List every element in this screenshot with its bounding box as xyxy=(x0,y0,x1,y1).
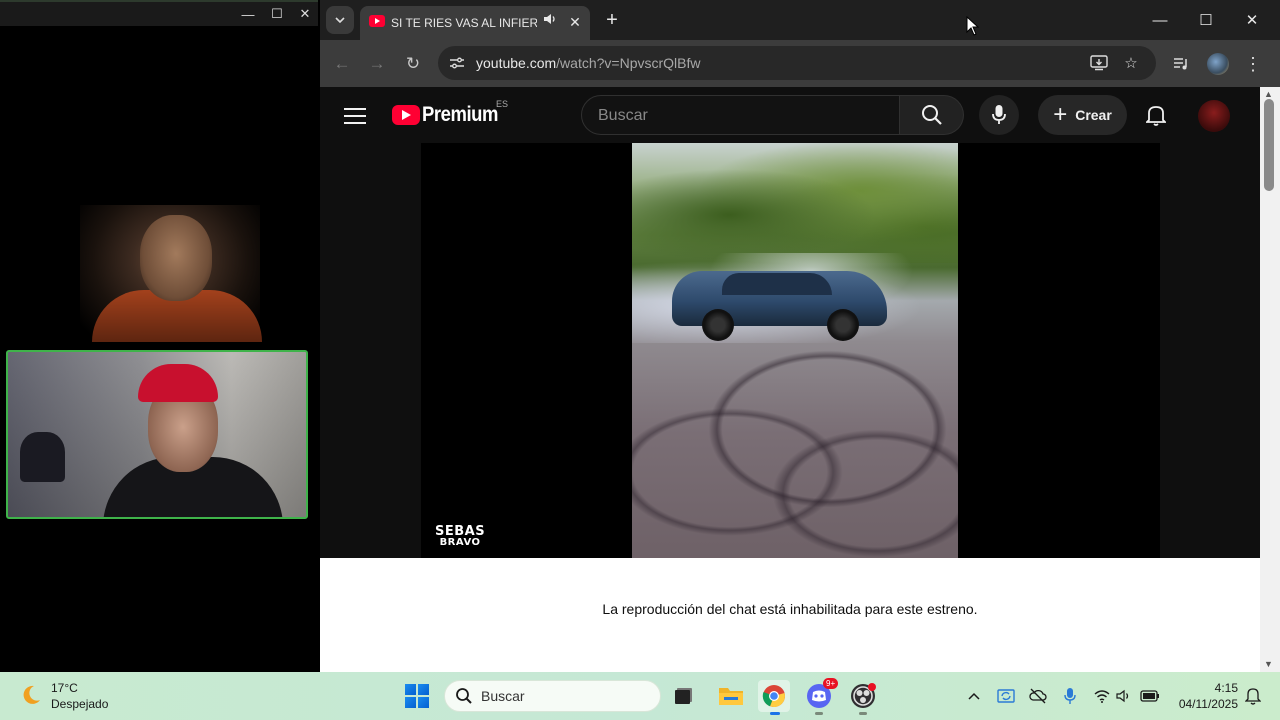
video-frame xyxy=(632,143,958,558)
microphone-in-use-icon[interactable] xyxy=(1060,686,1080,706)
call-maximize-button[interactable]: ☐ xyxy=(265,2,289,26)
taskbar-search-box[interactable]: Buscar xyxy=(444,680,661,712)
chrome-active-indicator xyxy=(770,712,780,715)
sync-icon[interactable] xyxy=(996,686,1016,706)
media-controls-icon[interactable] xyxy=(1169,52,1193,76)
youtube-search-box xyxy=(581,95,900,135)
youtube-account-avatar[interactable] xyxy=(1198,100,1230,132)
speaker-icon[interactable] xyxy=(543,12,557,29)
video-scene-trees xyxy=(632,143,958,263)
watermark-line-2: BRAVO xyxy=(439,537,481,548)
create-button[interactable]: + Crear xyxy=(1038,95,1127,135)
chat-replay-panel: La reproducción del chat está inhabilita… xyxy=(320,558,1260,672)
video-scene-tire-tracks xyxy=(632,343,958,558)
scrollbar-thumb[interactable] xyxy=(1264,99,1274,191)
moon-weather-icon[interactable] xyxy=(20,684,42,706)
notification-bell-icon[interactable] xyxy=(1243,686,1263,706)
site-info-icon[interactable] xyxy=(448,54,466,72)
wifi-icon[interactable] xyxy=(1092,686,1112,706)
participant-figure-head xyxy=(140,215,212,301)
browser-window: SI TE RIES VAS AL INFIERNO ✕ + — ☐ ✕ ← →… xyxy=(320,0,1280,672)
cloud-offline-icon[interactable] xyxy=(1028,686,1048,706)
tab-close-button[interactable]: ✕ xyxy=(567,12,583,32)
scroll-down-arrow-icon[interactable]: ▼ xyxy=(1264,659,1273,669)
clock-time[interactable]: 4:15 xyxy=(1190,681,1238,695)
video-player[interactable]: SEBAS BRAVO xyxy=(421,143,1160,558)
chevron-down-icon xyxy=(335,17,345,23)
chrome-icon[interactable] xyxy=(758,680,790,712)
back-arrow-icon[interactable]: ← xyxy=(330,52,354,76)
browser-menu-icon[interactable]: ⋮ xyxy=(1241,52,1265,76)
call-minimize-button[interactable]: — xyxy=(236,2,260,26)
youtube-search-input[interactable] xyxy=(598,105,878,127)
show-hidden-icons-chevron-up-icon[interactable] xyxy=(964,686,984,706)
task-view-icon[interactable] xyxy=(668,680,700,712)
tab-strip: SI TE RIES VAS AL INFIERNO ✕ + — ☐ ✕ xyxy=(320,0,1280,40)
chat-disabled-message: La reproducción del chat está inhabilita… xyxy=(602,601,978,617)
browser-close-button[interactable]: ✕ xyxy=(1237,8,1267,32)
youtube-logo-icon[interactable] xyxy=(392,105,420,125)
forward-arrow-icon[interactable]: → xyxy=(365,52,389,76)
video-scene-wheel xyxy=(827,309,859,341)
discord-notification-badge: 9+ xyxy=(823,678,839,689)
discord-icon[interactable]: 9+ xyxy=(803,678,839,712)
url-path: /watch?v=NpvscrQlBfw xyxy=(556,55,701,71)
mouse-cursor-icon xyxy=(966,15,980,36)
youtube-favicon-icon xyxy=(369,15,385,27)
create-label: Crear xyxy=(1075,107,1112,123)
microphone-icon xyxy=(992,105,1006,124)
url-host: youtube.com xyxy=(476,55,557,71)
file-explorer-icon[interactable] xyxy=(715,680,747,712)
browser-maximize-button[interactable]: ☐ xyxy=(1191,8,1221,32)
video-scene-car-roof xyxy=(722,273,832,295)
volume-icon[interactable] xyxy=(1114,686,1134,706)
notifications-bell-icon[interactable] xyxy=(1142,101,1170,129)
participant-video-self[interactable] xyxy=(6,350,308,519)
clock-date[interactable]: 04/11/2025 xyxy=(1170,697,1238,711)
youtube-premium-wordmark[interactable]: Premium xyxy=(422,103,498,127)
youtube-page: Premium ES + Crear SEBASBRAVO xyxy=(320,87,1260,672)
search-icon xyxy=(921,105,942,125)
address-bar[interactable]: youtube.com/watch?v=NpvscrQlBfw ☆ xyxy=(438,46,1156,80)
plus-icon: + xyxy=(1053,101,1068,128)
reload-icon[interactable]: ↻ xyxy=(401,52,425,76)
url-text: youtube.com/watch?v=NpvscrQlBfw xyxy=(476,54,701,72)
windows-start-icon[interactable] xyxy=(405,684,429,708)
tab-title: SI TE RIES VAS AL INFIERNO xyxy=(391,16,537,30)
call-window-titlebar: — ☐ ✕ xyxy=(0,0,318,26)
tab-youtube[interactable]: SI TE RIES VAS AL INFIERNO ✕ xyxy=(360,6,590,40)
page-scrollbar[interactable]: ▲ ▼ xyxy=(1260,87,1280,672)
weather-temperature[interactable]: 17°C xyxy=(51,681,78,695)
hamburger-menu-icon[interactable] xyxy=(344,105,366,127)
bookmark-star-icon[interactable]: ☆ xyxy=(1121,53,1141,73)
obs-open-indicator xyxy=(859,712,867,715)
obs-icon[interactable] xyxy=(847,680,879,712)
browser-minimize-button[interactable]: — xyxy=(1145,8,1175,32)
voice-search-button[interactable] xyxy=(979,95,1019,135)
channel-watermark: SEBAS BRAVO xyxy=(435,525,485,548)
youtube-search-button[interactable] xyxy=(900,95,964,135)
region-code: ES xyxy=(496,99,509,109)
discord-open-indicator xyxy=(815,712,823,715)
install-app-icon[interactable] xyxy=(1089,53,1109,73)
video-scene-wheel xyxy=(702,309,734,341)
taskbar-search-text: Buscar xyxy=(481,688,525,704)
browser-profile-avatar[interactable] xyxy=(1207,53,1229,75)
browser-toolbar: ← → ↻ youtube.com/watch?v=NpvscrQlBfw ☆ … xyxy=(320,40,1280,87)
scroll-up-arrow-icon[interactable]: ▲ xyxy=(1264,89,1273,99)
battery-icon[interactable] xyxy=(1140,686,1160,706)
call-close-button[interactable]: ✕ xyxy=(293,2,317,26)
video-call-window: — ☐ ✕ xyxy=(0,0,318,672)
tab-search-dropdown[interactable] xyxy=(326,6,354,34)
search-icon xyxy=(455,687,473,710)
weather-description[interactable]: Despejado xyxy=(51,697,108,711)
self-video-object xyxy=(20,432,65,482)
new-tab-button[interactable]: + xyxy=(600,8,624,32)
taskbar: 17°C Despejado Buscar 9+ 4:15 04/11/2025 xyxy=(0,672,1280,720)
